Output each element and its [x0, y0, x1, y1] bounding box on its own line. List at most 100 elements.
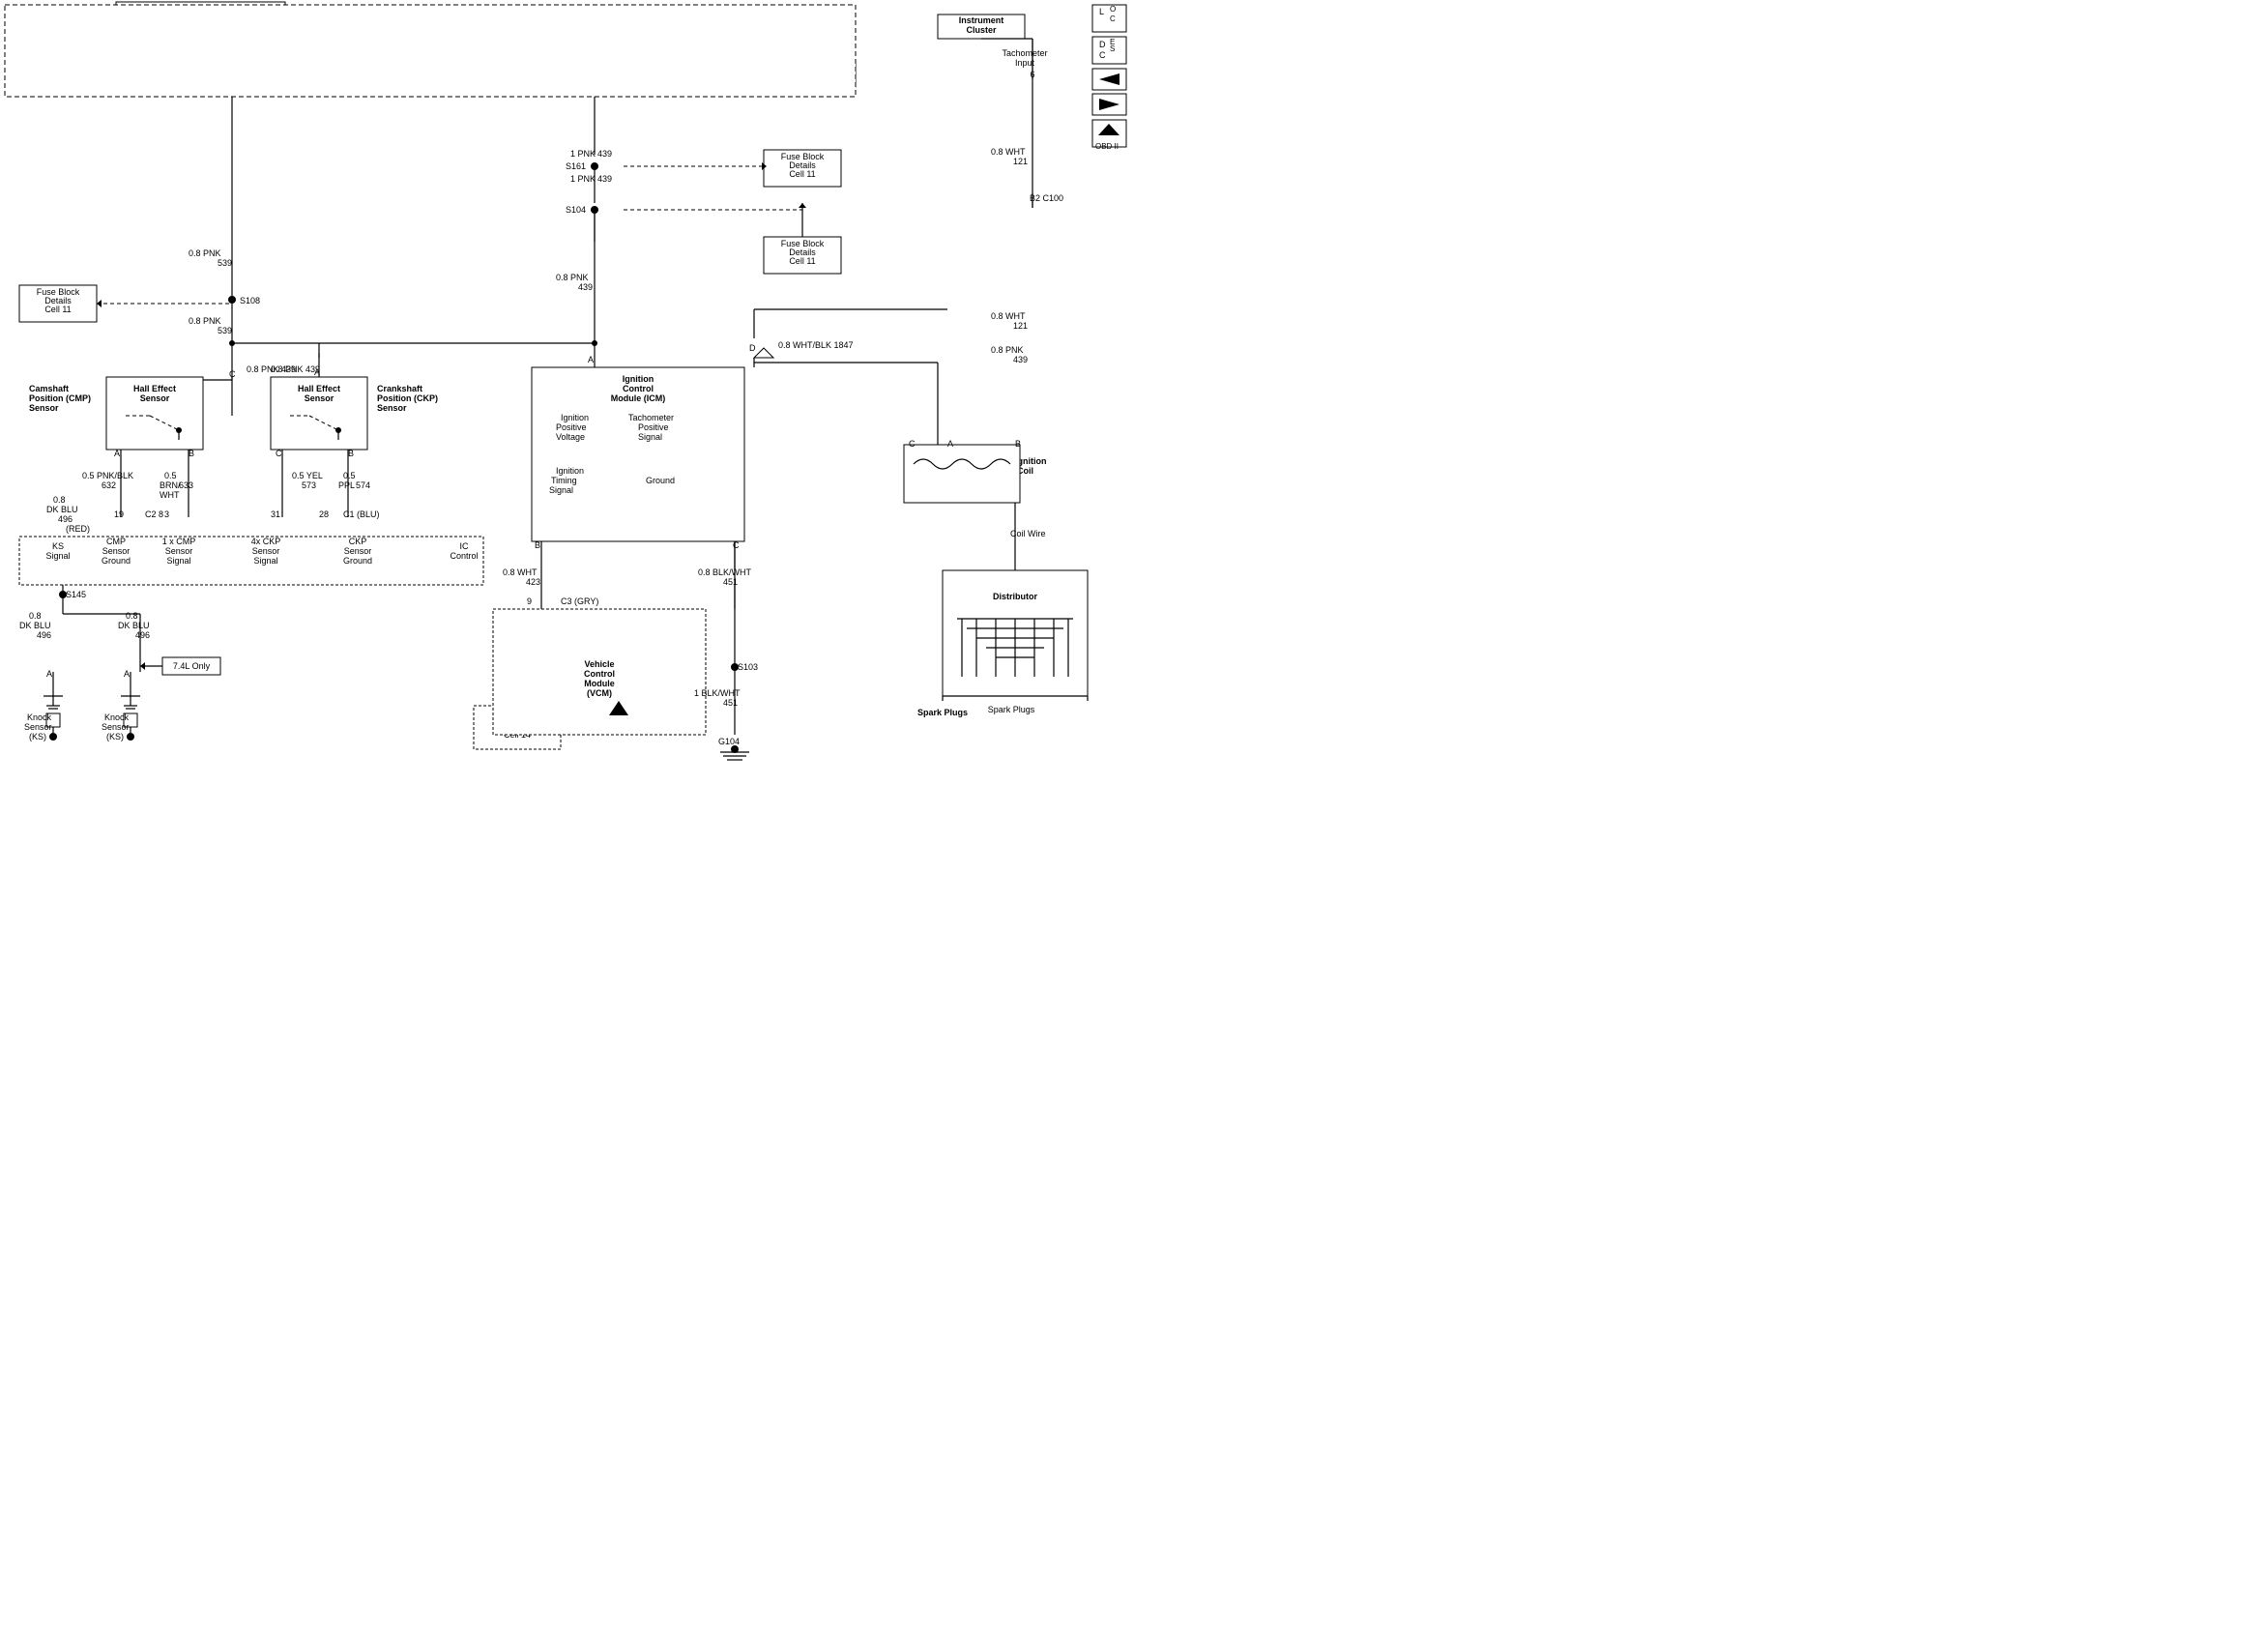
svg-text:Sensor: Sensor	[305, 393, 334, 403]
svg-text:633: 633	[179, 480, 193, 490]
svg-text:Module: Module	[584, 679, 615, 688]
svg-text:19: 19	[114, 509, 124, 519]
b2c100-label: B2 C100	[1030, 193, 1063, 203]
c1-blu-label: C1 (BLU)	[343, 509, 380, 519]
svg-text:WHT: WHT	[160, 490, 180, 500]
distributor-label: Distributor	[993, 592, 1037, 601]
s145-label: S145	[66, 590, 86, 599]
ckp-sensor-label: Crankshaft	[377, 384, 422, 393]
svg-text:Ignition: Ignition	[561, 413, 589, 422]
hall-effect-2-label: Hall Effect	[298, 384, 340, 393]
svg-text:DK BLU: DK BLU	[46, 505, 78, 514]
icm-c-pin: C	[733, 540, 740, 550]
hall-effect-1-label: Hall Effect	[133, 384, 176, 393]
instrument-cluster-label: Instrument	[959, 15, 1004, 25]
desc-label: D	[1099, 40, 1106, 49]
svg-text:632: 632	[102, 480, 116, 490]
svg-text:(KS): (KS)	[29, 732, 46, 741]
s108-label: S108	[240, 296, 260, 305]
svg-text:Ground: Ground	[343, 556, 372, 566]
coil-b-pin: B	[1015, 439, 1021, 449]
svg-text:Cell 11: Cell 11	[44, 305, 71, 314]
ckp-b-pin: B	[348, 449, 354, 458]
svg-text:539: 539	[218, 258, 232, 268]
svg-text:0.8 WHT/BLK 1847: 0.8 WHT/BLK 1847	[778, 340, 854, 350]
cmp-a-pin: A	[114, 449, 120, 458]
svg-text:31: 31	[271, 509, 280, 519]
vcm-label: Vehicle	[584, 659, 614, 669]
svg-text:439: 439	[578, 282, 593, 292]
svg-text:Cell 11: Cell 11	[789, 169, 815, 179]
svg-text:A: A	[46, 669, 52, 679]
svg-text:0.8 PNK: 0.8 PNK	[991, 345, 1024, 355]
svg-text:O: O	[1110, 5, 1116, 14]
svg-text:Signal: Signal	[253, 556, 277, 566]
svg-text:0.8: 0.8	[126, 611, 138, 621]
svg-text:Sensor: Sensor	[102, 546, 131, 556]
svg-text:Sensor: Sensor	[377, 403, 407, 413]
ks1-label: Knock	[27, 712, 52, 722]
c3-gry-label: C3 (GRY)	[561, 596, 598, 606]
svg-text:4x CKP: 4x CKP	[251, 537, 281, 546]
svg-text:0.8 BLK/WHT: 0.8 BLK/WHT	[698, 567, 752, 577]
svg-text:28: 28	[319, 509, 329, 519]
cmp-sensor-label: Camshaft	[29, 384, 69, 393]
svg-text:451: 451	[723, 698, 738, 708]
svg-text:Ignition: Ignition	[556, 466, 584, 476]
svg-text:496: 496	[135, 630, 150, 640]
svg-text:Position (CMP): Position (CMP)	[29, 393, 91, 403]
svg-text:(KS): (KS)	[106, 732, 124, 741]
7-4l-label: 7.4L Only	[173, 661, 211, 671]
svg-text:496: 496	[37, 630, 51, 640]
svg-text:Sensor: Sensor	[102, 722, 130, 732]
svg-text:Control: Control	[623, 384, 654, 393]
svg-text:A: A	[124, 669, 130, 679]
svg-text:DK BLU: DK BLU	[118, 621, 150, 630]
s108-dot	[228, 296, 236, 304]
svg-text:Positive: Positive	[556, 422, 587, 432]
cmp-b-pin: B	[189, 449, 194, 458]
svg-text:Module (ICM): Module (ICM)	[611, 393, 666, 403]
s161-label: S161	[566, 161, 586, 171]
svg-text:Cell 11: Cell 11	[789, 256, 815, 266]
svg-text:439: 439	[597, 174, 612, 184]
ic-control-label: IC	[460, 541, 470, 551]
svg-text:C: C	[1099, 50, 1106, 60]
svg-text:CMP: CMP	[106, 537, 126, 546]
svg-text:0.5 PNK/BLK: 0.5 PNK/BLK	[82, 471, 133, 480]
svg-text:0.8 WHT: 0.8 WHT	[503, 567, 538, 577]
svg-text:Positive: Positive	[638, 422, 669, 432]
svg-text:539: 539	[218, 326, 232, 335]
svg-text:121: 121	[1013, 321, 1028, 331]
svg-text:0.8 WHT: 0.8 WHT	[991, 147, 1026, 157]
svg-text:(VCM): (VCM)	[587, 688, 612, 698]
svg-text:Sensor: Sensor	[165, 546, 193, 556]
icm-d-pin: D	[749, 343, 756, 353]
svg-text:439: 439	[597, 149, 612, 159]
svg-text:Voltage: Voltage	[556, 432, 585, 442]
svg-text:0.5: 0.5	[343, 471, 356, 480]
w539-label: 0.8 PNK	[189, 248, 221, 258]
svg-text:Timing: Timing	[551, 476, 577, 485]
s103-label: S103	[738, 662, 758, 672]
svg-text:Signal: Signal	[549, 485, 573, 495]
svg-text:(RED): (RED)	[66, 524, 90, 534]
svg-text:9: 9	[527, 596, 532, 606]
svg-text:S: S	[1110, 44, 1115, 53]
ks2-label: Knock	[104, 712, 130, 722]
svg-text:423: 423	[526, 577, 540, 587]
svg-text:Sensor: Sensor	[344, 546, 372, 556]
svg-text:1 PNK: 1 PNK	[570, 149, 596, 159]
spark-plugs-label: Spark Plugs	[917, 708, 968, 717]
svg-text:573: 573	[302, 480, 316, 490]
svg-text:3: 3	[164, 509, 169, 519]
svg-text:121: 121	[1013, 157, 1028, 166]
svg-text:0.5: 0.5	[164, 471, 177, 480]
svg-text:Sensor: Sensor	[24, 722, 52, 732]
svg-text:Ground: Ground	[102, 556, 131, 566]
svg-text:Tachometer: Tachometer	[628, 413, 674, 422]
svg-text:Sensor: Sensor	[29, 403, 59, 413]
svg-text:1 BLK/WHT: 1 BLK/WHT	[694, 688, 741, 698]
coil-c-pin: C	[909, 439, 916, 449]
svg-text:C: C	[1110, 15, 1116, 23]
